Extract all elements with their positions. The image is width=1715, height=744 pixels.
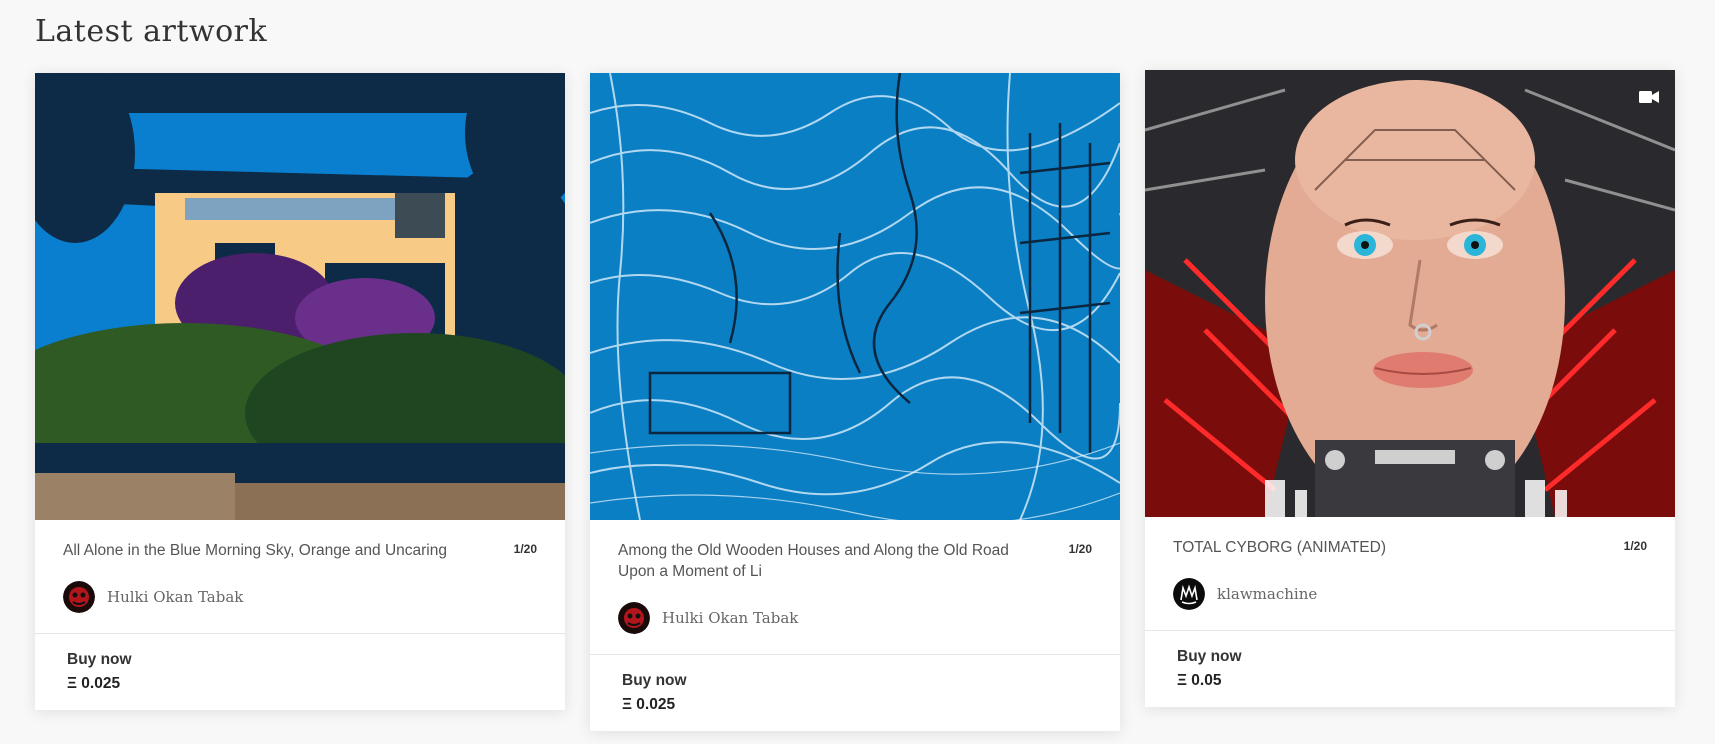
edition-badge: 1/20: [1068, 542, 1092, 556]
artist-avatar[interactable]: [1173, 578, 1205, 610]
artwork-image[interactable]: [1145, 70, 1675, 517]
buy-now-label[interactable]: Buy now: [622, 669, 1088, 693]
edition-badge: 1/20: [1623, 539, 1647, 553]
buy-section[interactable]: Buy now Ξ 0.025: [590, 655, 1120, 731]
artist-name[interactable]: Hulki Okan Tabak: [107, 588, 243, 606]
buy-section[interactable]: Buy now Ξ 0.05: [1145, 631, 1675, 707]
artwork-image[interactable]: [35, 73, 565, 520]
buy-now-label[interactable]: Buy now: [67, 648, 533, 672]
buy-section[interactable]: Buy now Ξ 0.025: [35, 634, 565, 710]
artist-row[interactable]: Hulki Okan Tabak: [618, 602, 1092, 634]
price: Ξ 0.025: [622, 696, 676, 713]
artwork-card[interactable]: TOTAL CYBORG (ANIMATED) 1/20 klawmachine…: [1145, 70, 1675, 707]
artist-avatar[interactable]: [618, 602, 650, 634]
artwork-title[interactable]: TOTAL CYBORG (ANIMATED): [1173, 537, 1593, 558]
buy-now-label[interactable]: Buy now: [1177, 645, 1643, 669]
artist-name[interactable]: Hulki Okan Tabak: [662, 609, 798, 627]
artwork-image[interactable]: [590, 73, 1120, 520]
artist-row[interactable]: Hulki Okan Tabak: [63, 581, 537, 613]
artist-name[interactable]: klawmachine: [1217, 585, 1317, 603]
artwork-card[interactable]: Among the Old Wooden Houses and Along th…: [590, 73, 1120, 731]
artist-row[interactable]: klawmachine: [1173, 578, 1647, 610]
artwork-title[interactable]: Among the Old Wooden Houses and Along th…: [618, 540, 1038, 582]
section-title: Latest artwork: [35, 14, 268, 49]
artwork-card[interactable]: All Alone in the Blue Morning Sky, Orang…: [35, 73, 565, 710]
price: Ξ 0.025: [67, 675, 121, 692]
artist-avatar[interactable]: [63, 581, 95, 613]
price: Ξ 0.05: [1177, 672, 1222, 689]
edition-badge: 1/20: [513, 542, 537, 556]
artwork-title[interactable]: All Alone in the Blue Morning Sky, Orang…: [63, 540, 483, 561]
video-camera-icon: [1639, 90, 1659, 104]
